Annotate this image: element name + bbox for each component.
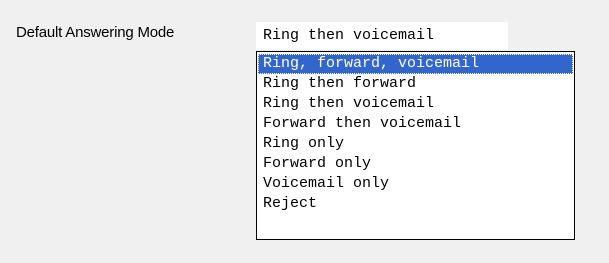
answering-mode-label: Default Answering Mode (16, 24, 175, 41)
option-ring-only[interactable]: Ring only (258, 134, 573, 154)
option-ring-then-forward[interactable]: Ring then forward (258, 74, 573, 94)
option-forward-only[interactable]: Forward only (258, 154, 573, 174)
option-forward-then-voicemail[interactable]: Forward then voicemail (258, 114, 573, 134)
option-ring-then-voicemail[interactable]: Ring then voicemail (258, 94, 573, 114)
option-voicemail-only[interactable]: Voicemail only (258, 174, 573, 194)
answering-mode-select[interactable]: Ring then voicemail (256, 22, 508, 50)
option-reject[interactable]: Reject (258, 194, 573, 214)
answering-mode-dropdown-list[interactable]: Ring, forward, voicemail Ring then forwa… (256, 51, 575, 240)
option-ring-forward-voicemail[interactable]: Ring, forward, voicemail (258, 54, 573, 74)
